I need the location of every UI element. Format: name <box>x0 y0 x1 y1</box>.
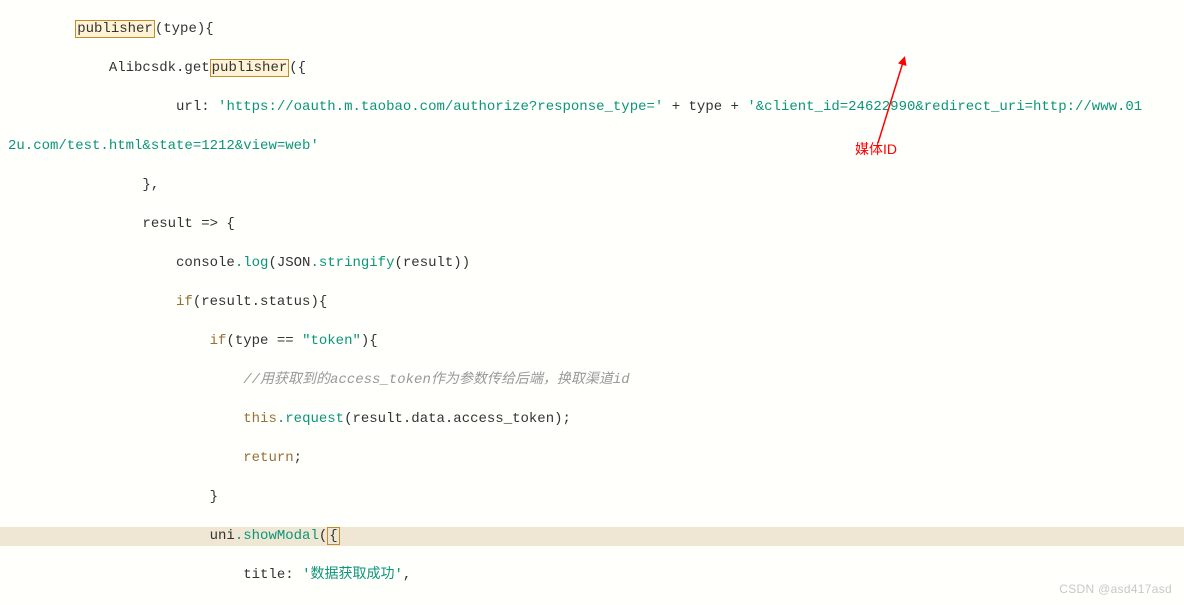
string: '&client_id=24622990&redirect_uri=http:/… <box>747 99 1142 115</box>
watermark: CSDN @asd417asd <box>1059 580 1172 600</box>
cursor-brace: { <box>327 527 339 545</box>
code-line: console.log(JSON.stringify(result)) <box>0 254 1184 274</box>
code-line: return; <box>0 449 1184 469</box>
highlighted-symbol: publisher <box>75 20 155 38</box>
code-text: console <box>8 255 235 271</box>
method: .showModal <box>235 528 319 544</box>
code-text: Alibcsdk.get <box>8 60 210 76</box>
code-text: , <box>403 567 411 583</box>
code-text: (result.status){ <box>193 294 327 310</box>
string: 2u.com/test.html&state=1212&view=web' <box>8 138 319 154</box>
string: 'https://oauth.m.taobao.com/authorize?re… <box>210 99 664 115</box>
comment: //用获取到的access_token作为参数传给后端，换取渠道id <box>8 372 630 388</box>
code-text: ){ <box>361 333 378 349</box>
code-text <box>8 333 210 349</box>
arrow-icon <box>870 55 910 145</box>
code-text <box>8 450 243 466</box>
code-text: }, <box>8 177 159 193</box>
code-text: (type){ <box>155 21 214 37</box>
method: .stringify <box>310 255 394 271</box>
code-text <box>8 294 176 310</box>
blank <box>8 21 75 37</box>
code-line: result => { <box>0 215 1184 235</box>
code-text: (JSON <box>268 255 310 271</box>
code-text <box>8 411 243 427</box>
code-text: + type + <box>663 99 747 115</box>
code-line: Alibcsdk.getpublisher({ <box>0 59 1184 79</box>
code-text: result => { <box>8 216 235 232</box>
code-text: ; <box>294 450 302 466</box>
method: .log <box>235 255 269 271</box>
code-text: ( <box>319 528 327 544</box>
keyword-if: if <box>176 294 193 310</box>
code-text: uni <box>8 528 235 544</box>
keyword-return: return <box>243 450 293 466</box>
highlighted-symbol: publisher <box>210 59 290 77</box>
annotation-label: 媒体ID <box>855 140 897 160</box>
code-line: }, <box>0 176 1184 196</box>
code-text: (result.data.access_token); <box>344 411 571 427</box>
code-line: publisher(type){ <box>0 20 1184 40</box>
string: '数据获取成功' <box>302 567 403 583</box>
code-line: if(type == "token"){ <box>0 332 1184 352</box>
code-line: this.request(result.data.access_token); <box>0 410 1184 430</box>
keyword-if: if <box>210 333 227 349</box>
code-line: } <box>0 488 1184 508</box>
code-text: (type == <box>226 333 302 349</box>
string: "token" <box>302 333 361 349</box>
method: .request <box>277 411 344 427</box>
code-line: //用获取到的access_token作为参数传给后端，换取渠道id <box>0 371 1184 391</box>
code-line: 2u.com/test.html&state=1212&view=web' <box>0 137 1184 157</box>
code-line: url: 'https://oauth.m.taobao.com/authori… <box>0 98 1184 118</box>
code-text: ({ <box>289 60 306 76</box>
keyword-this: this <box>243 411 277 427</box>
code-line: if(result.status){ <box>0 293 1184 313</box>
code-text: } <box>8 489 218 505</box>
code-line: title: '数据获取成功', <box>0 566 1184 586</box>
code-text: url: <box>8 99 210 115</box>
code-line-highlighted: uni.showModal({ <box>0 527 1184 547</box>
code-block: publisher(type){ Alibcsdk.getpublisher({… <box>0 0 1184 605</box>
code-text: (result)) <box>394 255 470 271</box>
code-text: title: <box>8 567 302 583</box>
